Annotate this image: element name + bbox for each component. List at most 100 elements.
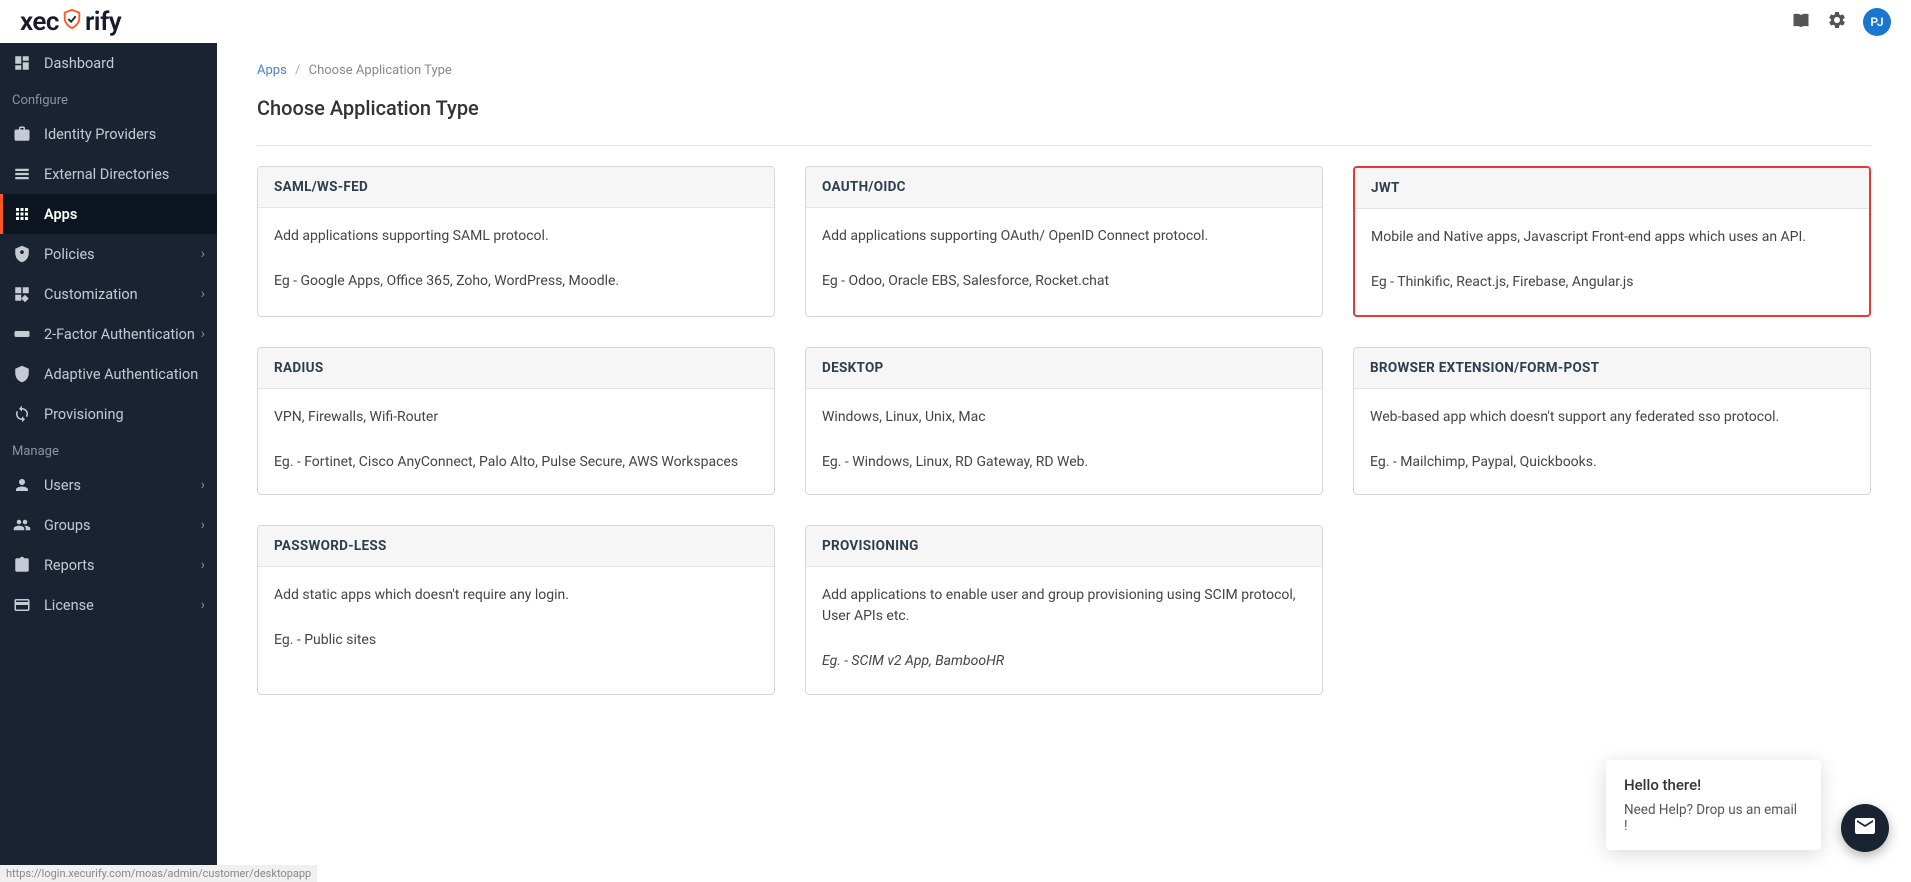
card-title: JWT — [1355, 168, 1869, 209]
logo-suffix: rify — [85, 7, 121, 37]
password-icon — [12, 324, 32, 344]
sync-icon — [12, 404, 32, 424]
sidebar-item-label: 2-Factor Authentication — [44, 326, 201, 343]
sidebar-item-identity-providers[interactable]: Identity Providers — [0, 114, 217, 154]
chat-popup[interactable]: Hello there! Need Help? Drop us an email… — [1606, 760, 1821, 850]
card-radius[interactable]: RADIUS VPN, Firewalls, Wifi-Router Eg. -… — [257, 347, 775, 496]
sidebar-item-label: Apps — [44, 206, 205, 223]
sidebar-section-configure: Configure — [0, 83, 217, 114]
card-description: Add static apps which doesn't require an… — [274, 585, 758, 606]
card-description: Web-based app which doesn't support any … — [1370, 407, 1854, 428]
sidebar-item-reports[interactable]: Reports › — [0, 545, 217, 585]
sidebar-item-users[interactable]: Users › — [0, 465, 217, 505]
sidebar-item-label: Groups — [44, 517, 201, 534]
card-desktop[interactable]: DESKTOP Windows, Linux, Unix, Mac Eg. - … — [805, 347, 1323, 496]
sidebar-item-label: Policies — [44, 246, 201, 263]
card-title: SAML/WS-FED — [258, 167, 774, 208]
card-example: Eg. - SCIM v2 App, BambooHR — [822, 652, 1306, 672]
card-title: DESKTOP — [806, 348, 1322, 389]
logo-prefix: xec — [20, 7, 59, 37]
chevron-right-icon: › — [201, 326, 205, 342]
chevron-right-icon: › — [201, 286, 205, 302]
widgets-icon — [12, 284, 32, 304]
card-description: VPN, Firewalls, Wifi-Router — [274, 407, 758, 428]
sidebar-item-label: External Directories — [44, 166, 205, 183]
card-description: Mobile and Native apps, Javascript Front… — [1371, 227, 1853, 248]
sidebar-item-label: License — [44, 597, 201, 614]
breadcrumb-current: Choose Application Type — [309, 63, 452, 78]
user-icon — [12, 475, 32, 495]
sidebar-item-policies[interactable]: Policies › — [0, 234, 217, 274]
card-provisioning[interactable]: PROVISIONING Add applications to enable … — [805, 525, 1323, 695]
avatar[interactable]: PJ — [1863, 8, 1891, 36]
sidebar-item-customization[interactable]: Customization › — [0, 274, 217, 314]
sidebar-item-2fa[interactable]: 2-Factor Authentication › — [0, 314, 217, 354]
chat-button[interactable] — [1841, 804, 1889, 852]
chevron-right-icon: › — [201, 517, 205, 533]
page-title: Choose Application Type — [257, 96, 1871, 120]
chevron-right-icon: › — [201, 246, 205, 262]
breadcrumb-separator: / — [295, 63, 300, 78]
top-header: xecrify PJ — [0, 0, 1911, 43]
main-content: Apps / Choose Application Type Choose Ap… — [217, 43, 1911, 882]
chevron-right-icon: › — [201, 597, 205, 613]
sidebar-item-label: Users — [44, 477, 201, 494]
chat-subtitle: Need Help? Drop us an email ! — [1624, 802, 1803, 834]
chevron-right-icon: › — [201, 477, 205, 493]
card-title: RADIUS — [258, 348, 774, 389]
header-actions: PJ — [1791, 8, 1891, 36]
app-type-cards: SAML/WS-FED Add applications supporting … — [257, 166, 1871, 695]
dashboard-icon — [12, 53, 32, 73]
card-oauth[interactable]: OAUTH/OIDC Add applications supporting O… — [805, 166, 1323, 317]
card-title: PROVISIONING — [806, 526, 1322, 567]
card-browser-extension[interactable]: BROWSER EXTENSION/FORM-POST Web-based ap… — [1353, 347, 1871, 496]
card-saml[interactable]: SAML/WS-FED Add applications supporting … — [257, 166, 775, 317]
shield-check-icon — [12, 244, 32, 264]
sidebar-item-provisioning[interactable]: Provisioning — [0, 394, 217, 434]
card-icon — [12, 595, 32, 615]
gear-icon[interactable] — [1827, 10, 1847, 34]
sidebar-section-manage: Manage — [0, 434, 217, 465]
sidebar-item-dashboard[interactable]: Dashboard — [0, 43, 217, 83]
card-jwt[interactable]: JWT Mobile and Native apps, Javascript F… — [1353, 166, 1871, 317]
sidebar-item-groups[interactable]: Groups › — [0, 505, 217, 545]
sidebar-item-label: Identity Providers — [44, 126, 205, 143]
mail-icon — [1853, 814, 1877, 842]
logo[interactable]: xecrify — [20, 7, 121, 37]
card-description: Windows, Linux, Unix, Mac — [822, 407, 1306, 428]
sidebar-item-label: Provisioning — [44, 406, 205, 423]
sidebar-item-external-directories[interactable]: External Directories — [0, 154, 217, 194]
sidebar-item-apps[interactable]: Apps — [0, 194, 217, 234]
card-example: Eg - Google Apps, Office 365, Zoho, Word… — [274, 272, 758, 292]
breadcrumb: Apps / Choose Application Type — [257, 63, 1871, 78]
shield-icon — [12, 364, 32, 384]
sidebar: Dashboard Configure Identity Providers E… — [0, 43, 217, 882]
card-title: BROWSER EXTENSION/FORM-POST — [1354, 348, 1870, 389]
briefcase-icon — [12, 124, 32, 144]
card-example: Eg - Thinkific, React.js, Firebase, Angu… — [1371, 273, 1853, 293]
apps-icon — [12, 204, 32, 224]
sidebar-item-label: Customization — [44, 286, 201, 303]
book-icon[interactable] — [1791, 10, 1811, 34]
breadcrumb-root[interactable]: Apps — [257, 63, 287, 78]
divider — [257, 145, 1871, 146]
card-example: Eg - Odoo, Oracle EBS, Salesforce, Rocke… — [822, 272, 1306, 292]
card-description: Add applications to enable user and grou… — [822, 585, 1306, 627]
card-description: Add applications supporting OAuth/ OpenI… — [822, 226, 1306, 247]
sidebar-item-license[interactable]: License › — [0, 585, 217, 625]
status-bar: https://login.xecurify.com/moas/admin/cu… — [0, 865, 317, 882]
sidebar-item-label: Reports — [44, 557, 201, 574]
list-icon — [12, 164, 32, 184]
chat-greeting: Hello there! — [1624, 776, 1803, 794]
card-passwordless[interactable]: PASSWORD-LESS Add static apps which does… — [257, 525, 775, 695]
sidebar-item-adaptive-auth[interactable]: Adaptive Authentication — [0, 354, 217, 394]
sidebar-item-label: Adaptive Authentication — [44, 366, 205, 383]
card-example: Eg. - Fortinet, Cisco AnyConnect, Palo A… — [274, 453, 758, 473]
group-icon — [12, 515, 32, 535]
chevron-right-icon: › — [201, 557, 205, 573]
card-example: Eg. - Mailchimp, Paypal, Quickbooks. — [1370, 453, 1854, 473]
card-title: OAUTH/OIDC — [806, 167, 1322, 208]
card-description: Add applications supporting SAML protoco… — [274, 226, 758, 247]
shield-icon — [61, 7, 83, 37]
sidebar-item-label: Dashboard — [44, 55, 205, 72]
